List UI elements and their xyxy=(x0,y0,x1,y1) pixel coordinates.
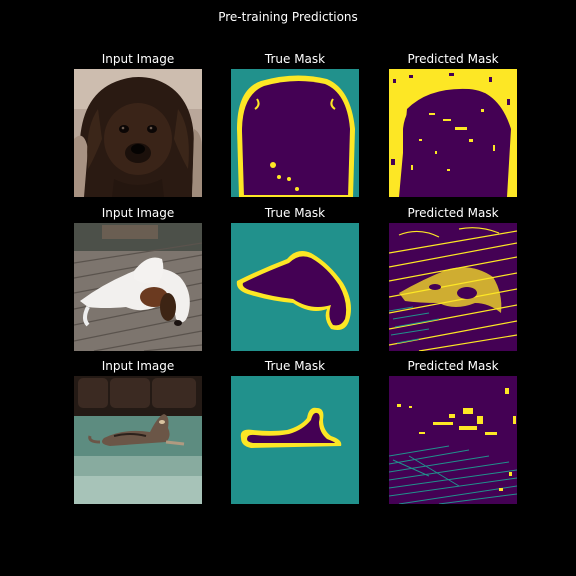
caption-true-mask-3: True Mask xyxy=(264,359,326,373)
input-image-cat-3 xyxy=(74,376,202,504)
pred-mask-1 xyxy=(389,69,517,197)
true-mask-1 xyxy=(231,69,359,197)
input-image-dog-2 xyxy=(74,223,202,351)
caption-pred-mask-1: Predicted Mask xyxy=(407,52,499,66)
caption-true-mask-1: True Mask xyxy=(264,52,326,66)
caption-pred-mask-3: Predicted Mask xyxy=(407,359,499,373)
pred-mask-3 xyxy=(389,376,517,504)
caption-input-3: Input Image xyxy=(101,359,175,373)
pred-mask-2 xyxy=(389,223,517,351)
caption-input-1: Input Image xyxy=(101,52,175,66)
input-image-dog-1 xyxy=(74,69,202,197)
caption-true-mask-2: True Mask xyxy=(264,206,326,220)
true-mask-2 xyxy=(231,223,359,351)
caption-input-2: Input Image xyxy=(101,206,175,220)
caption-pred-mask-2: Predicted Mask xyxy=(407,206,499,220)
figure-title: Pre-training Predictions xyxy=(218,10,358,24)
true-mask-3 xyxy=(231,376,359,504)
